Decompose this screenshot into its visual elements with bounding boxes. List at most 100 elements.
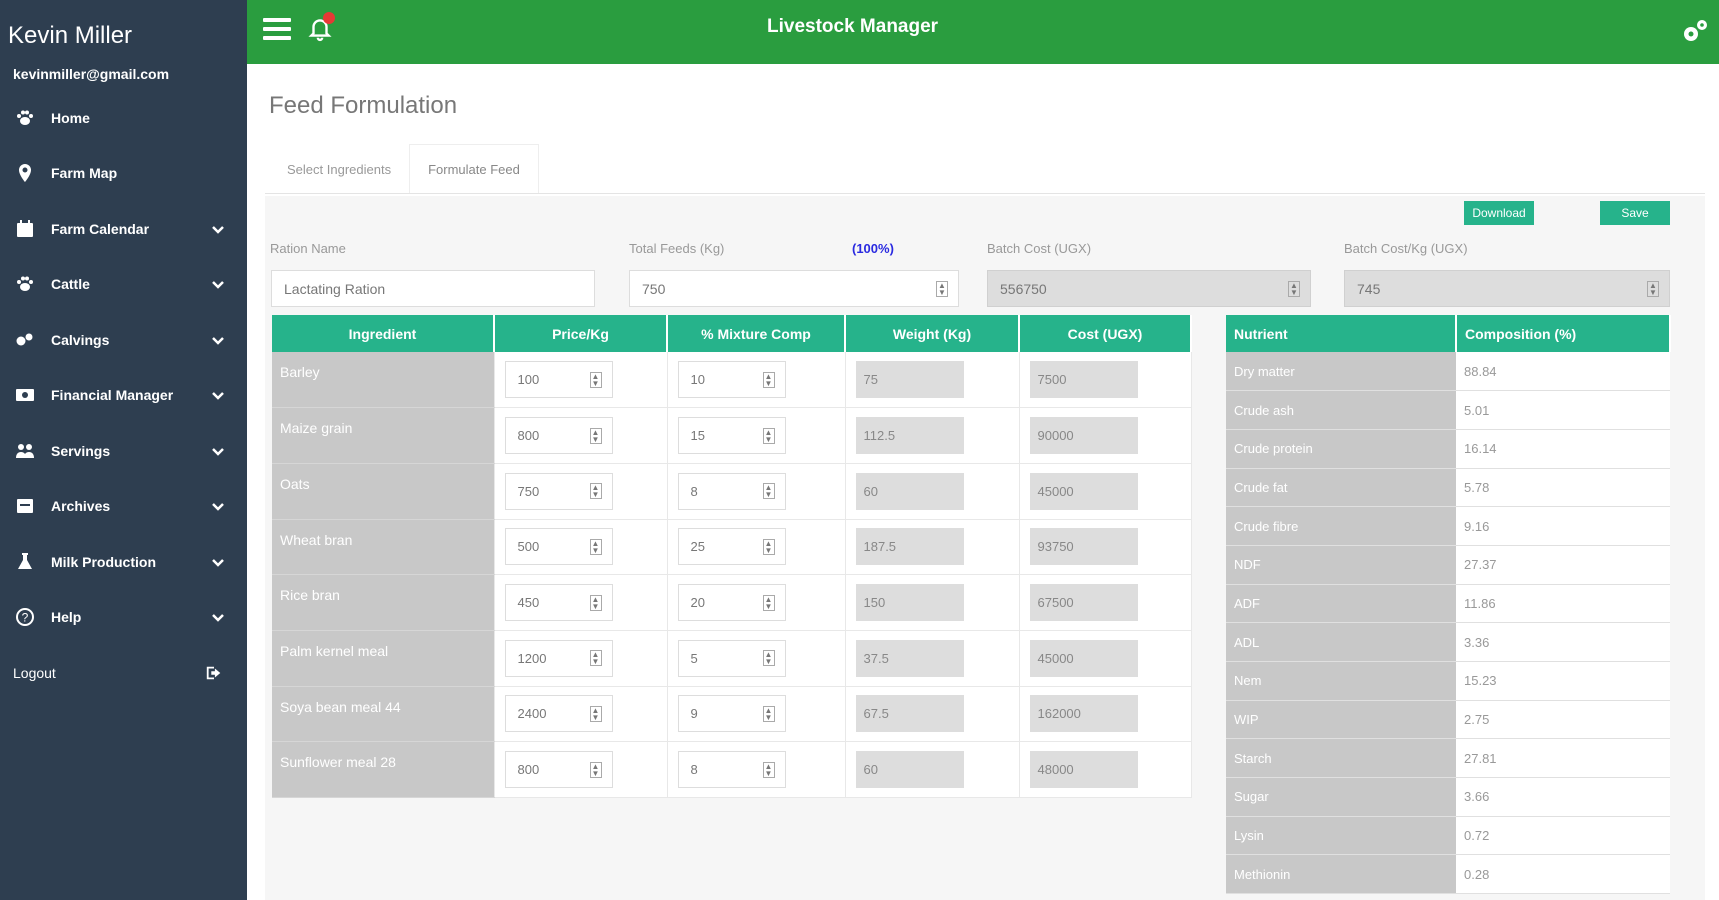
tab-bar: Select Ingredients Formulate Feed xyxy=(269,144,539,194)
nutrient-value: 5.78 xyxy=(1456,468,1670,508)
sidebar-item-servings[interactable]: Servings xyxy=(0,423,247,479)
nutrient-value: 2.75 xyxy=(1456,700,1670,740)
mixture-input[interactable]: 9 ▲ ▼ xyxy=(677,695,786,733)
sidebar-item-home[interactable]: Home xyxy=(0,90,247,146)
help-icon: ? xyxy=(13,606,37,628)
price-value: 1200 xyxy=(517,650,547,666)
sidebar-item-financial-manager[interactable]: Financial Manager xyxy=(0,368,247,424)
price-value: 800 xyxy=(517,762,540,778)
chevron-down-icon xyxy=(211,277,225,291)
notification-bell-icon[interactable] xyxy=(307,12,337,46)
price-input[interactable]: 1200 ▲ ▼ xyxy=(504,639,613,677)
price-input[interactable]: 800 ▲ ▼ xyxy=(504,417,613,455)
mixture-input[interactable]: 20 ▲ ▼ xyxy=(677,584,786,622)
ingredient-table: Ingredient Price/Kg % Mixture Comp Weigh… xyxy=(272,315,1192,798)
tab-select-ingredients[interactable]: Select Ingredients xyxy=(269,144,409,194)
nutrient-value: 27.81 xyxy=(1456,738,1670,779)
spinner-icon[interactable]: ▲ ▼ xyxy=(589,761,602,778)
spinner-icon[interactable]: ▲ ▼ xyxy=(589,650,602,667)
spinner-icon[interactable]: ▲ ▼ xyxy=(936,280,948,297)
mixture-value: 20 xyxy=(690,595,705,611)
sidebar-item-archives[interactable]: Archives xyxy=(0,479,247,535)
spinner-icon[interactable]: ▲ ▼ xyxy=(762,427,775,444)
menu-icon[interactable] xyxy=(263,18,291,44)
ration-name-input[interactable]: Lactating Ration xyxy=(271,270,595,307)
spinner-icon[interactable]: ▲ ▼ xyxy=(589,483,602,500)
price-cell: 2400 ▲ ▼ xyxy=(494,686,668,743)
spinner-icon[interactable]: ▲ ▼ xyxy=(762,650,775,667)
settings-gears-icon[interactable] xyxy=(1679,16,1711,48)
total-feeds-input[interactable]: 750 ▲ ▼ xyxy=(629,270,959,307)
table-row: Methionin 0.28 xyxy=(1226,854,1670,895)
sidebar-item-farm-map[interactable]: Farm Map xyxy=(0,146,247,202)
mixture-cell: 8 ▲ ▼ xyxy=(667,463,846,520)
logout-link[interactable]: Logout xyxy=(0,645,247,701)
table-row: Sunflower meal 28 800 ▲ ▼ 8 ▲ ▼ 60 48000 xyxy=(272,741,1192,798)
nutrient-name: ADF xyxy=(1226,584,1456,624)
spinner-icon[interactable]: ▲ ▼ xyxy=(589,538,602,555)
download-button[interactable]: Download xyxy=(1464,201,1534,225)
table-row: Crude fat 5.78 xyxy=(1226,468,1670,508)
sidebar-item-milk-production[interactable]: Milk Production xyxy=(0,534,247,590)
mixture-input[interactable]: 8 ▲ ▼ xyxy=(677,751,786,789)
price-input[interactable]: 2400 ▲ ▼ xyxy=(504,695,613,733)
spinner-icon[interactable]: ▲ ▼ xyxy=(762,371,775,388)
batch-cost-value: 556750 xyxy=(1000,280,1047,297)
mixture-value: 15 xyxy=(690,428,705,444)
tab-formulate-feed[interactable]: Formulate Feed xyxy=(409,144,539,194)
nutrient-value: 0.72 xyxy=(1456,816,1670,856)
weight-cell: 60 xyxy=(845,741,1020,798)
mixture-value: 8 xyxy=(690,762,698,778)
user-name: Kevin Miller xyxy=(8,22,133,49)
spinner-icon[interactable]: ▲ ▼ xyxy=(589,371,602,388)
nutrient-value: 3.36 xyxy=(1456,622,1670,662)
mixture-input[interactable]: 15 ▲ ▼ xyxy=(677,417,786,455)
mixture-cell: 25 ▲ ▼ xyxy=(667,519,846,576)
nutrient-value: 11.86 xyxy=(1456,584,1670,624)
sidebar-item-cattle[interactable]: Cattle xyxy=(0,257,247,313)
cost-cell: 67500 xyxy=(1019,574,1192,631)
mixture-value: 10 xyxy=(690,372,705,388)
mixture-input[interactable]: 10 ▲ ▼ xyxy=(677,361,786,399)
spinner-icon: ▲ ▼ xyxy=(1288,280,1300,297)
table-row: Crude ash 5.01 xyxy=(1226,390,1670,430)
batch-cost-kg-input: 745 ▲ ▼ xyxy=(1344,270,1670,307)
sidebar: Kevin Miller kevinmiller@gmail.com Home F… xyxy=(0,0,247,900)
spinner-icon[interactable]: ▲ ▼ xyxy=(762,705,775,722)
spinner-icon[interactable]: ▲ ▼ xyxy=(762,538,775,555)
price-input[interactable]: 100 ▲ ▼ xyxy=(504,361,613,399)
price-input[interactable]: 750 ▲ ▼ xyxy=(504,472,613,510)
chevron-down-icon xyxy=(211,555,225,569)
spinner-icon[interactable]: ▲ ▼ xyxy=(589,705,602,722)
spinner-icon[interactable]: ▲ ▼ xyxy=(589,594,602,611)
spinner-icon[interactable]: ▲ ▼ xyxy=(762,594,775,611)
nutrient-name: NDF xyxy=(1226,545,1456,585)
spinner-icon[interactable]: ▲ ▼ xyxy=(762,761,775,778)
sidebar-item-help[interactable]: ? Help xyxy=(0,590,247,646)
nutrient-name: Nem xyxy=(1226,661,1456,701)
nutrient-value: 0.28 xyxy=(1456,854,1670,895)
mixture-input[interactable]: 25 ▲ ▼ xyxy=(677,528,786,566)
table-row: ADF 11.86 xyxy=(1226,584,1670,624)
spinner-icon[interactable]: ▲ ▼ xyxy=(589,427,602,444)
table-row: Oats 750 ▲ ▼ 8 ▲ ▼ 60 45000 xyxy=(272,463,1192,520)
sidebar-nav: Home Farm Map Farm Calendar Cattle Calvings F… xyxy=(0,90,247,701)
cost-cell: 162000 xyxy=(1019,686,1192,743)
price-input[interactable]: 450 ▲ ▼ xyxy=(504,584,613,622)
spinner-icon[interactable]: ▲ ▼ xyxy=(762,483,775,500)
nutrient-name: Crude fibre xyxy=(1226,506,1456,546)
mixture-cell: 20 ▲ ▼ xyxy=(667,574,846,631)
table-row: Nem 15.23 xyxy=(1226,661,1670,701)
mixture-input[interactable]: 8 ▲ ▼ xyxy=(677,472,786,510)
save-button[interactable]: Save xyxy=(1600,201,1670,225)
price-input[interactable]: 500 ▲ ▼ xyxy=(504,528,613,566)
sidebar-item-calvings[interactable]: Calvings xyxy=(0,312,247,368)
price-value: 750 xyxy=(517,483,540,499)
weight-cell: 75 xyxy=(845,352,1020,409)
table-row: Starch 27.81 xyxy=(1226,738,1670,779)
sidebar-item-farm-calendar[interactable]: Farm Calendar xyxy=(0,201,247,257)
chevron-down-icon xyxy=(211,333,225,347)
price-input[interactable]: 800 ▲ ▼ xyxy=(504,751,613,789)
table-row: Maize grain 800 ▲ ▼ 15 ▲ ▼ 112.5 90000 xyxy=(272,407,1192,464)
mixture-input[interactable]: 5 ▲ ▼ xyxy=(677,639,786,677)
